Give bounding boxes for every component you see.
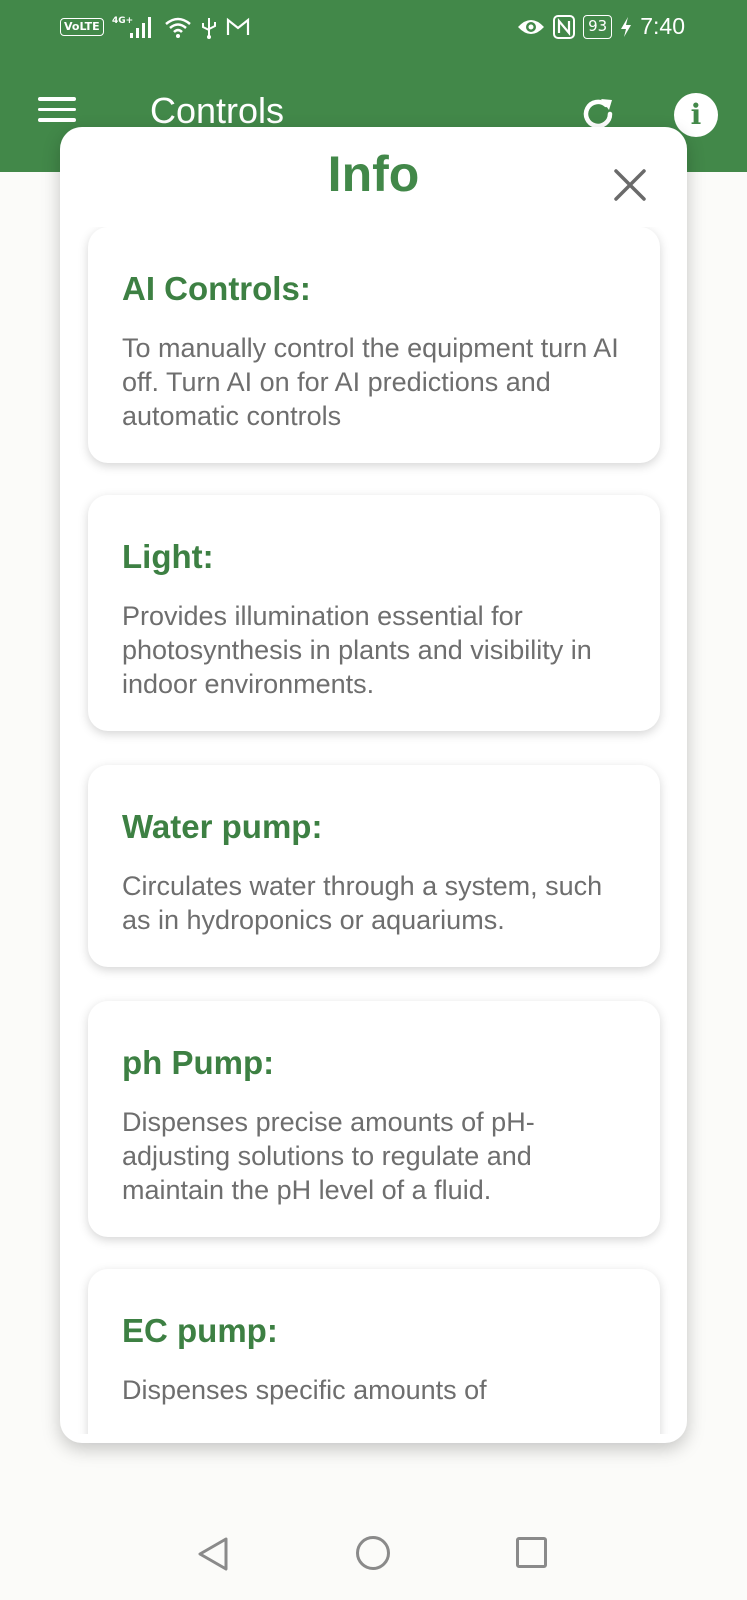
gmail-icon <box>226 17 250 37</box>
clock: 7:40 <box>640 13 685 39</box>
card-text: Circulates water through a system, such … <box>122 871 603 935</box>
network-type-label: 4G+ <box>112 16 133 26</box>
info-card-list[interactable]: AI Controls: To manually control the equ… <box>60 227 687 1434</box>
close-icon[interactable] <box>608 163 652 207</box>
signal-icon: 4G+ <box>112 14 156 40</box>
system-nav-bar <box>0 1500 747 1600</box>
card-text: Provides illumination essential for phot… <box>122 601 592 699</box>
status-left: VoLTE 4G+ <box>60 14 250 40</box>
volte-badge: VoLTE <box>60 18 104 36</box>
card-text: To manually control the equipment turn A… <box>122 333 619 431</box>
eye-icon <box>517 17 545 37</box>
card-title: Light: <box>122 538 214 575</box>
info-dialog: Info AI Controls: To manually control th… <box>60 127 687 1443</box>
back-icon[interactable] <box>196 1536 230 1576</box>
menu-icon[interactable] <box>38 97 78 127</box>
card-title: Water pump: <box>122 808 323 845</box>
wifi-icon <box>164 15 192 39</box>
status-right: 93 7:40 <box>517 13 685 40</box>
charging-icon <box>620 16 632 38</box>
dialog-title: Info <box>327 146 420 202</box>
home-icon[interactable] <box>356 1536 390 1570</box>
info-card: Water pump: Circulates water through a s… <box>88 765 660 967</box>
info-card: EC pump: Dispenses specific amounts of <box>88 1269 660 1434</box>
card-text: Dispenses precise amounts of pH-adjustin… <box>122 1107 535 1205</box>
usb-icon <box>200 15 218 39</box>
battery-indicator: 93 <box>583 14 613 39</box>
nfc-icon <box>553 14 576 39</box>
recent-apps-icon[interactable] <box>516 1537 547 1568</box>
page-title: Controls <box>150 90 285 131</box>
card-title: AI Controls: <box>122 270 311 307</box>
info-card: AI Controls: To manually control the equ… <box>88 227 660 463</box>
status-bar: VoLTE 4G+ 93 7:40 <box>0 0 747 56</box>
card-text: Dispenses specific amounts of <box>122 1375 487 1405</box>
card-title: ph Pump: <box>122 1044 275 1081</box>
card-title: EC pump: <box>122 1312 278 1349</box>
info-card: ph Pump: Dispenses precise amounts of pH… <box>88 1001 660 1237</box>
info-icon[interactable]: i <box>674 93 718 137</box>
info-card: Light: Provides illumination essential f… <box>88 495 660 731</box>
